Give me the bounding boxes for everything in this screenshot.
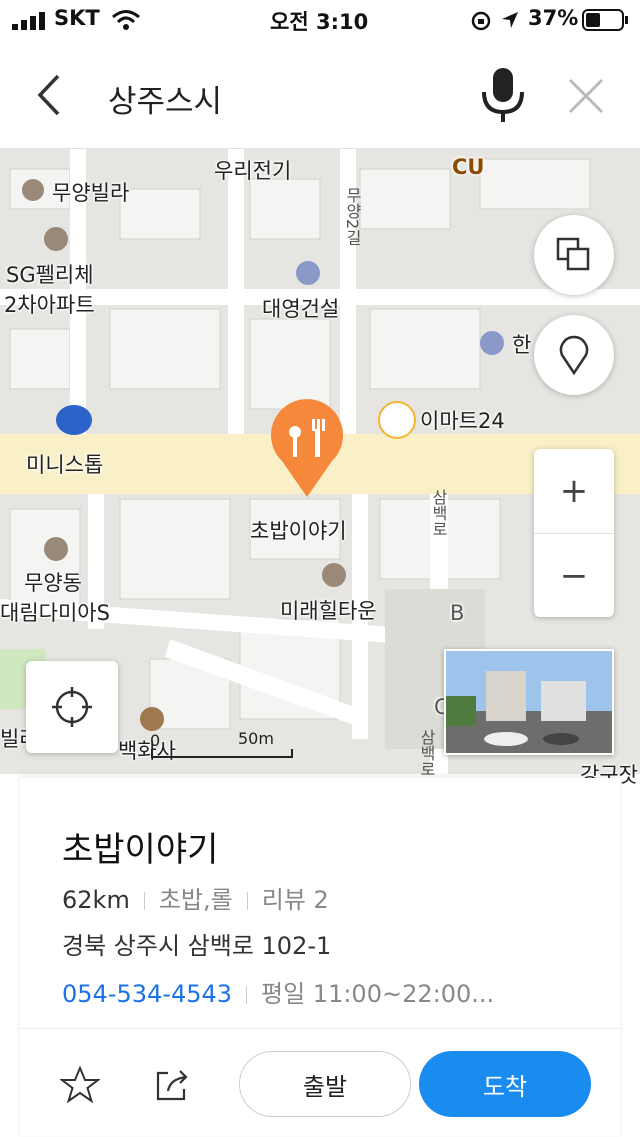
scale-distance: 50m — [238, 729, 274, 748]
street-view-image — [446, 651, 612, 753]
zoom-controls: + − — [534, 449, 614, 617]
signal-icon — [12, 12, 45, 30]
place-address: 경북 상주시 삼백로 102-1 — [62, 932, 332, 960]
back-icon[interactable] — [30, 70, 70, 120]
place-reviews[interactable]: 리뷰 2 — [262, 886, 329, 914]
clock: 오전 3:10 — [270, 10, 369, 34]
share-icon[interactable] — [154, 1067, 190, 1103]
close-icon[interactable] — [564, 74, 608, 118]
map-view[interactable]: 우리전기 CU 무양빌라 SG펠리체 2차아파트 대영건설 한 이마트24 미니… — [0, 149, 640, 789]
map-label-chobap: 초밥이야기 — [250, 519, 347, 543]
map-scale: 0 50m — [150, 729, 293, 758]
rotation-lock-icon — [471, 11, 491, 31]
map-label-woori: 우리전기 — [214, 159, 292, 183]
my-location-button[interactable] — [26, 661, 118, 753]
pin-button[interactable] — [534, 315, 614, 395]
emart24-icon — [378, 401, 416, 439]
map-label-ministop: 미니스톱 — [26, 453, 104, 477]
place-hours[interactable]: 평일 11:00~22:00... — [261, 980, 494, 1008]
status-bar: SKT 오전 3:10 37% — [0, 0, 640, 40]
divider — [246, 986, 248, 1004]
star-icon[interactable] — [60, 1065, 100, 1105]
divider — [246, 892, 248, 910]
battery-label: 37% — [528, 6, 579, 30]
zoom-in-icon[interactable]: + — [534, 449, 614, 534]
map-label-cu: CU — [452, 155, 485, 179]
search-input[interactable]: 상주스시 — [108, 76, 222, 121]
scale-zero: 0 — [150, 731, 161, 750]
place-contact: 054-534-4543 평일 11:00~22:00... — [62, 974, 494, 1009]
scale-bar — [151, 749, 293, 758]
place-card[interactable]: 초밥이야기 62km 초밥,롤 리뷰 2 경북 상주시 삼백로 102-1 054-… — [20, 778, 620, 1136]
map-label-sg2: 2차아파트 — [4, 293, 95, 317]
road-label: 무양2길 — [343, 187, 362, 246]
depart-button[interactable]: 출발 — [239, 1051, 411, 1117]
map-label-emart: 이마트24 — [420, 409, 505, 433]
arrive-button[interactable]: 도착 — [419, 1051, 591, 1117]
map-label-muyang-dong: 무양동 — [24, 571, 82, 595]
layers-button[interactable] — [534, 215, 614, 295]
carrier-label: SKT — [54, 6, 100, 30]
layers-icon — [556, 237, 590, 271]
my-location-icon — [52, 687, 92, 727]
road-label: 삼백로 — [429, 489, 448, 537]
map-label-sg1: SG펠리체 — [6, 263, 94, 287]
map-label-mirae: 미래힐타운 — [280, 599, 377, 623]
phone-link[interactable]: 054-534-4543 — [62, 980, 232, 1008]
wifi-icon — [112, 10, 140, 30]
map-label-daelim: 대림다미아S — [0, 601, 110, 625]
apartment-icon — [322, 563, 346, 587]
map-label-muyang-villa: 무양빌라 — [52, 181, 130, 205]
temple-icon — [140, 707, 164, 731]
apartment-icon — [44, 227, 68, 251]
map-label-building-b: B — [450, 601, 465, 625]
place-actions: 출발 도착 — [20, 1028, 620, 1137]
apartment-icon — [44, 537, 68, 561]
zoom-out-icon[interactable]: − — [534, 534, 614, 618]
microphone-icon[interactable] — [478, 66, 528, 124]
place-meta: 62km 초밥,롤 리뷰 2 — [62, 880, 329, 915]
battery-icon — [582, 9, 628, 31]
office-icon — [296, 261, 320, 285]
location-arrow-icon — [502, 12, 518, 28]
villa-icon — [22, 179, 44, 201]
ministop-icon — [56, 405, 92, 435]
map-label-daeyoung: 대영건설 — [262, 297, 340, 321]
search-header: 상주스시 — [0, 40, 640, 149]
place-category: 초밥,롤 — [158, 886, 233, 914]
map-label-han: 한 — [512, 333, 532, 357]
place-name[interactable]: 초밥이야기 — [62, 822, 218, 871]
pin-icon — [559, 335, 589, 375]
divider — [143, 892, 145, 910]
restaurant-pin-icon[interactable] — [268, 399, 346, 499]
office-icon — [480, 331, 504, 355]
place-distance: 62km — [62, 886, 130, 914]
road-label: 삼백로 — [417, 729, 436, 777]
street-view-thumbnail[interactable] — [444, 649, 614, 755]
